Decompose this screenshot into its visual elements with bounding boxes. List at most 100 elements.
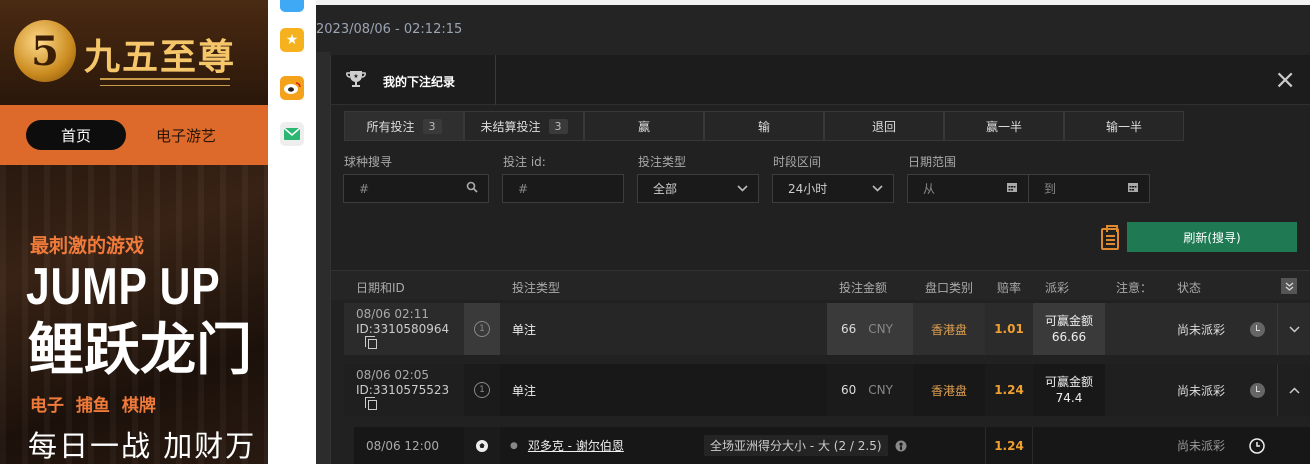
info-icon[interactable]	[890, 427, 912, 464]
tab-label: 赢	[637, 119, 650, 134]
row-date: 08/06 02:05	[356, 368, 429, 382]
tab-3[interactable]: 输	[704, 111, 824, 141]
row-market: 香港盘	[913, 303, 985, 355]
row-win-value: 66.66	[1051, 330, 1087, 344]
date-to-input[interactable]: 到	[1028, 174, 1150, 203]
match-link[interactable]: 邓多克 - 谢尔伯恩	[528, 437, 624, 454]
calendar-icon	[1006, 181, 1018, 197]
row-status: 尚未派彩	[1177, 322, 1226, 337]
bet-count-icon: 1	[474, 321, 490, 337]
tab-count-badge: 3	[422, 118, 442, 134]
bet-id-input[interactable]: #	[502, 174, 624, 203]
nav-home[interactable]: 首页	[26, 120, 126, 150]
tab-5[interactable]: 赢一半	[944, 111, 1064, 141]
datetime-display: 2023/08/06 - 02:12:15	[316, 22, 463, 37]
tab-label: 输	[757, 119, 770, 134]
table-row[interactable]: 08/06 02:11 ID:3310580964 1 单注 66 CNY 香港…	[344, 303, 1310, 355]
bet-history-modal: ★ 我的下注纪录 × 所有投注 3 未结算投注 3 赢输退回 赢一半 输一半 球种搜寻 # …	[330, 55, 1310, 464]
row-id: ID:3310575523	[356, 383, 450, 397]
col-odds: 赔率	[997, 281, 1022, 295]
copy-icon[interactable]	[365, 397, 377, 410]
sport-search-input[interactable]: #	[343, 174, 489, 203]
row-win-value: 74.4	[1055, 391, 1083, 405]
bet-id-label: 投注 id:	[503, 155, 546, 169]
bet-detail-row: 08/06 12:00 ● 邓多克 - 谢尔伯恩 全场亚洲得分大小 - 大 (2…	[354, 427, 1310, 464]
refresh-button[interactable]: 刷新(搜寻)	[1127, 222, 1297, 252]
table-row[interactable]: 08/06 02:05 ID:3310575523 1 单注 60 CNY 香港…	[344, 364, 1310, 416]
weibo-icon[interactable]	[280, 76, 304, 100]
site-nav: 首页 电子游艺	[0, 105, 268, 165]
tab-4[interactable]: 退回	[824, 111, 944, 141]
search-icon	[466, 181, 478, 197]
row-market: 香港盘	[913, 364, 985, 416]
col-amount: 投注金额	[839, 281, 888, 295]
row-date: 08/06 02:11	[356, 307, 429, 321]
bet-type-label: 投注类型	[638, 155, 687, 169]
sport-search-label: 球种搜寻	[344, 155, 393, 169]
row-currency: CNY	[868, 383, 893, 397]
col-note: 注意：	[1116, 281, 1153, 295]
copy-icon[interactable]	[365, 336, 377, 349]
email-icon[interactable]	[280, 122, 304, 146]
share-sidebar: ★	[268, 0, 316, 464]
modal-header: ★ 我的下注纪录 ×	[331, 55, 1310, 105]
row-odds: 1.24	[985, 364, 1033, 416]
row-amount: 66	[841, 322, 857, 336]
tab-count-badge: 3	[548, 118, 568, 134]
hero-categories: 电子 捕鱼 棋牌	[30, 396, 156, 416]
nav-games[interactable]: 电子游艺	[156, 125, 216, 146]
hero-headline-cn: 鲤跃龙门	[28, 318, 252, 383]
tab-label: 赢一半	[985, 119, 1022, 134]
col-date: 日期和ID	[356, 281, 405, 295]
tab-6[interactable]: 输一半	[1064, 111, 1184, 141]
tab-label: 输一半	[1105, 119, 1142, 134]
row-amount: 60	[841, 383, 857, 397]
chevron-down-icon[interactable]	[1277, 303, 1310, 355]
date-from-input[interactable]: 从	[907, 174, 1029, 203]
site-logo-icon: 5	[14, 20, 76, 82]
period-label: 时段区间	[773, 155, 822, 169]
modal-title: 我的下注纪录	[383, 75, 456, 89]
clipboard-icon[interactable]	[1101, 225, 1119, 250]
col-status: 状态	[1177, 281, 1202, 295]
chevron-up-icon[interactable]	[1277, 364, 1310, 416]
svg-text:★: ★	[353, 73, 358, 80]
row-win-label: 可赢金额	[1044, 314, 1093, 328]
star-icon[interactable]: ★	[280, 28, 304, 52]
table-header: 日期和ID 投注类型 投注金额 盘口类别 赔率 派彩 注意： 状态	[331, 270, 1310, 300]
logo-decoration	[100, 78, 230, 86]
site-header: 5 九五至尊	[0, 0, 268, 105]
detail-odds: 1.24	[985, 427, 1033, 464]
share-top-icon[interactable]	[280, 0, 304, 12]
chevron-down-icon	[872, 181, 883, 196]
hero-slogan: 每日一战 加财万	[28, 429, 257, 463]
clock-icon	[1249, 321, 1265, 337]
row-currency: CNY	[868, 322, 893, 336]
row-odds: 1.01	[985, 303, 1033, 355]
tab-1[interactable]: 未结算投注 3	[464, 111, 584, 141]
calendar-icon	[1127, 181, 1139, 197]
tab-0[interactable]: 所有投注 3	[344, 111, 464, 141]
soccer-ball-icon	[464, 427, 500, 464]
filter-tabs: 所有投注 3 未结算投注 3 赢 输 退回 赢一半 输一半	[344, 111, 1184, 141]
tab-2[interactable]: 赢	[584, 111, 704, 141]
tab-label: 退回	[871, 119, 896, 134]
row-bet-type: 单注	[500, 303, 827, 355]
hero-banner: 最刺激的游戏 JUMP UP 鲤跃龙门 电子 捕鱼 棋牌 每日一战 加财万	[0, 165, 268, 464]
detail-date: 08/06 12:00	[366, 438, 439, 453]
col-bet-type: 投注类型	[512, 281, 561, 295]
tab-label: 所有投注	[366, 119, 415, 134]
row-win-label: 可赢金额	[1044, 375, 1093, 389]
bet-count-icon: 1	[474, 382, 490, 398]
background-website: 5 九五至尊 首页 电子游艺 最刺激的游戏 JUMP UP 鲤跃龙门 电子 捕鱼…	[0, 0, 268, 464]
collapse-all-icon[interactable]	[1281, 278, 1297, 294]
chevron-down-icon	[737, 181, 748, 196]
bet-type-select[interactable]: 全部	[637, 174, 759, 203]
period-select[interactable]: 24小时	[772, 174, 894, 203]
row-status: 尚未派彩	[1177, 383, 1226, 398]
site-logo-text: 九五至尊	[84, 36, 237, 78]
close-icon[interactable]: ×	[1274, 65, 1296, 95]
clock-icon	[1237, 427, 1277, 464]
tab-label: 未结算投注	[480, 119, 541, 134]
row-id: ID:3310580964	[356, 322, 450, 336]
